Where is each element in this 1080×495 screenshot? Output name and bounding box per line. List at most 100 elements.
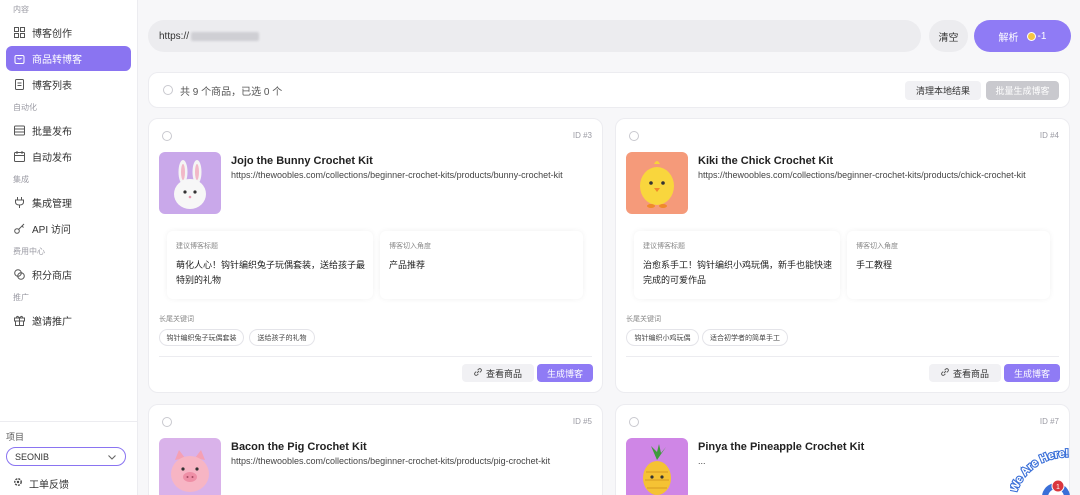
- key-icon: [13, 223, 25, 235]
- batch-generate-button[interactable]: 批量生成博客: [986, 81, 1059, 100]
- angle-box: 博客切入角度 产品推荐: [380, 231, 583, 299]
- url-prefix: https://: [159, 30, 190, 42]
- feedback-link[interactable]: 工单反馈: [0, 476, 137, 491]
- sidebar-item-label: 积分商店: [32, 271, 72, 282]
- product-name: Jojo the Bunny Crochet Kit: [231, 155, 373, 167]
- product-image: [159, 438, 221, 495]
- suggestion-panel: 建议博客标题 治愈系手工！钩针编织小鸡玩偶，新手也能快速完成的可爱作品 博客切入…: [634, 231, 1050, 299]
- parse-button[interactable]: 解析 -1: [974, 20, 1071, 52]
- doc-icon: [13, 79, 25, 91]
- sidebar-item-auto-publish[interactable]: 自动发布: [6, 144, 131, 169]
- sidebar-item-label: 自动发布: [32, 153, 72, 164]
- chevron-down-icon: [108, 452, 116, 462]
- plug-icon: [13, 197, 25, 209]
- product-name: Kiki the Chick Crochet Kit: [698, 155, 834, 167]
- sidebar-item-label: 邀请推广: [32, 317, 72, 328]
- selection-bar: 共 9 个商品，已选 0 个 清理本地结果 批量生成博客: [148, 72, 1070, 108]
- view-product-button[interactable]: 查看商品: [462, 364, 534, 382]
- angle-box: 博客切入角度 手工教程: [847, 231, 1050, 299]
- clean-local-button[interactable]: 清理本地结果: [905, 81, 981, 100]
- sidebar-item-invite[interactable]: 邀请推广: [6, 308, 131, 333]
- sidebar-item-integration-manage[interactable]: 集成管理: [6, 190, 131, 215]
- product-card: ID #5 Bacon the Pig Crochet Kit https://…: [148, 404, 603, 495]
- keyword-tag: 适合初学者的简单手工: [702, 329, 788, 346]
- link-icon: [474, 368, 482, 378]
- coin-icon: [1026, 31, 1036, 41]
- suggested-title-label: 建议博客标题: [176, 243, 218, 250]
- suggested-title: 萌化人心！钩针编织兔子玩偶套装，送给孩子最特别的礼物: [176, 260, 366, 285]
- view-product-label: 查看商品: [952, 368, 989, 379]
- sidebar-item-blog-list[interactable]: 博客列表: [6, 72, 131, 97]
- product-id: ID #4: [1039, 131, 1059, 140]
- section-label-integration: 集成: [13, 175, 29, 184]
- section-label-automation: 自动化: [13, 103, 37, 112]
- gear-icon: [13, 477, 23, 490]
- parse-label: 解析: [998, 32, 1019, 44]
- product-card: ID #7 Pinya the Pineapple Crochet Kit ..…: [615, 404, 1070, 495]
- product-image: [626, 438, 688, 495]
- sidebar-item-product-to-blog[interactable]: 商品转博客: [6, 46, 131, 71]
- product-url[interactable]: https://thewoobles.com/collections/begin…: [698, 170, 1026, 180]
- sidebar-item-blog-create[interactable]: 博客创作: [6, 20, 131, 45]
- section-label-billing: 费用中心: [13, 247, 45, 256]
- keywords-label: 长尾关键词: [159, 316, 194, 323]
- sidebar-item-label: 批量发布: [32, 127, 72, 138]
- sidebar-item-api-access[interactable]: API 访问: [6, 216, 131, 241]
- project-select[interactable]: SEONIB: [6, 447, 126, 466]
- select-all-checkbox[interactable]: [163, 85, 173, 95]
- product-checkbox[interactable]: [162, 131, 172, 141]
- product-url[interactable]: https://thewoobles.com/collections/begin…: [231, 456, 550, 466]
- generate-blog-button[interactable]: 生成博客: [537, 364, 593, 382]
- divider: [159, 356, 592, 357]
- url-redacted: [191, 31, 260, 41]
- url-input[interactable]: https://: [148, 20, 921, 52]
- feedback-label: 工单反馈: [29, 480, 69, 491]
- sidebar-item-label: 博客创作: [32, 29, 72, 40]
- product-id: ID #3: [572, 131, 592, 140]
- notification-count: 1: [1056, 484, 1060, 491]
- divider: [626, 356, 1059, 357]
- product-url[interactable]: ...: [698, 456, 706, 466]
- link-icon: [941, 368, 949, 378]
- suggested-title-box: 建议博客标题 萌化人心！钩针编织兔子玩偶套装，送给孩子最特别的礼物: [167, 231, 373, 299]
- keyword-tag: 钩针编织小鸡玩偶: [626, 329, 699, 346]
- sidebar-item-batch-publish[interactable]: 批量发布: [6, 118, 131, 143]
- product-checkbox[interactable]: [629, 417, 639, 427]
- product-id: ID #7: [1039, 417, 1059, 426]
- suggestion-panel: 建议博客标题 萌化人心！钩针编织兔子玩偶套装，送给孩子最特别的礼物 博客切入角度…: [167, 231, 583, 299]
- coins-icon: [13, 269, 25, 281]
- suggested-title: 治愈系手工！钩针编织小鸡玩偶，新手也能快速完成的可爱作品: [643, 260, 833, 285]
- keyword-tag: 送给孩子的礼物: [249, 329, 315, 346]
- product-card: ID #4 Kiki the Chick Crochet Kit https:/…: [615, 118, 1070, 393]
- view-product-label: 查看商品: [485, 368, 522, 379]
- clear-button[interactable]: 清空: [929, 20, 968, 52]
- angle-value: 手工教程: [856, 260, 893, 270]
- product-url[interactable]: https://thewoobles.com/collections/begin…: [231, 170, 563, 180]
- project-value: SEONIB: [15, 451, 50, 462]
- gift-icon: [13, 315, 25, 327]
- keywords-label: 长尾关键词: [626, 316, 661, 323]
- stack-icon: [13, 125, 25, 137]
- product-checkbox[interactable]: [629, 131, 639, 141]
- sidebar-item-points-store[interactable]: 积分商店: [6, 262, 131, 287]
- keyword-tag: 钩针编织兔子玩偶套装: [159, 329, 244, 346]
- parse-cost: -1: [1037, 30, 1047, 42]
- generate-blog-button[interactable]: 生成博客: [1004, 364, 1060, 382]
- sidebar-item-label: 集成管理: [32, 199, 72, 210]
- grid-icon: [13, 27, 25, 39]
- section-label-content: 内容: [13, 5, 29, 14]
- suggested-title-label: 建议博客标题: [643, 243, 685, 250]
- product-checkbox[interactable]: [162, 417, 172, 427]
- sidebar-item-label: 商品转博客: [32, 55, 82, 66]
- sidebar-footer: 项目 SEONIB 工单反馈: [0, 421, 137, 495]
- product-id: ID #5: [572, 417, 592, 426]
- product-name: Pinya the Pineapple Crochet Kit: [698, 441, 865, 453]
- calendar-icon: [13, 151, 25, 163]
- view-product-button[interactable]: 查看商品: [929, 364, 1001, 382]
- product-name: Bacon the Pig Crochet Kit: [231, 441, 367, 453]
- sidebar-item-label: API 访问: [32, 225, 71, 236]
- product-card: ID #3 Jojo the Bunny Crochet Kit https:/…: [148, 118, 603, 393]
- chat-widget[interactable]: We Are Here! 1: [1007, 443, 1080, 495]
- product-image: [159, 152, 221, 214]
- angle-label: 博客切入角度: [856, 243, 898, 250]
